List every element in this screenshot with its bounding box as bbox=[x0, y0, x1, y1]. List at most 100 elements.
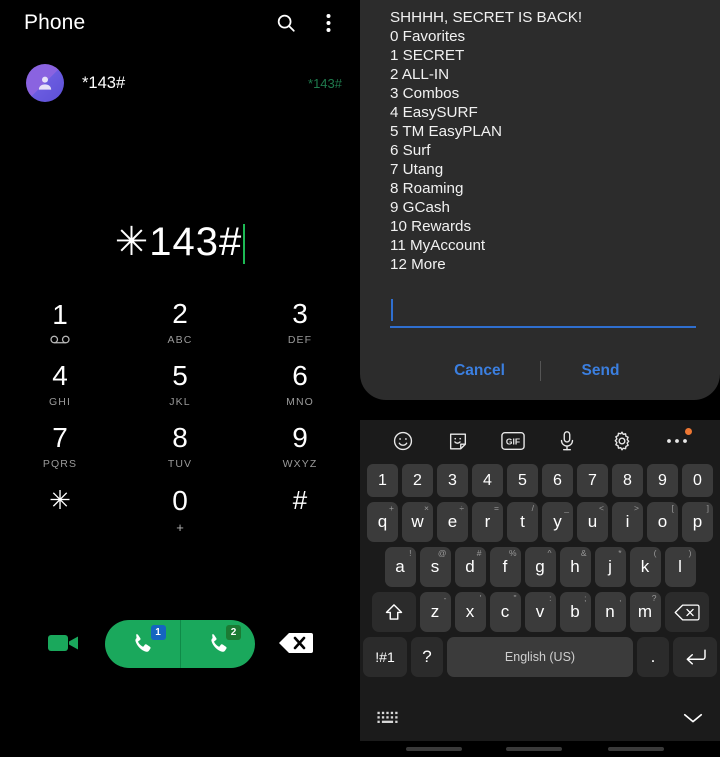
nav-button-recents[interactable] bbox=[406, 747, 462, 751]
dual-sim-call-buttons: 1 2 bbox=[105, 620, 255, 668]
key-n[interactable]: n bbox=[594, 592, 626, 632]
period-key[interactable]: . bbox=[637, 637, 669, 677]
key-w[interactable]: w bbox=[402, 502, 433, 542]
phone-app-pane: Phone *143# *143# ✳143# 1 2 ABC 3 DEF 4 … bbox=[0, 0, 360, 757]
key-5[interactable]: 5 bbox=[507, 464, 538, 497]
dialpad-key-hash[interactable]: # bbox=[240, 478, 360, 540]
more-options-icon[interactable] bbox=[664, 428, 692, 454]
keyboard-bottom-bar bbox=[360, 705, 720, 735]
settings-gear-icon[interactable] bbox=[609, 428, 635, 454]
dialpad-key-8[interactable]: 8 TUV bbox=[120, 416, 240, 478]
nav-button-home[interactable] bbox=[506, 747, 562, 751]
microphone-icon[interactable] bbox=[554, 428, 580, 454]
key-v[interactable]: v bbox=[524, 592, 556, 632]
dialpad-key-6[interactable]: 6 MNO bbox=[240, 354, 360, 416]
key-digit: 0 bbox=[172, 484, 188, 516]
key-letters: JKL bbox=[169, 396, 191, 408]
ussd-title: SHHHH, SECRET IS BACK! bbox=[390, 9, 583, 26]
dialpad-key-2[interactable]: 2 ABC bbox=[120, 292, 240, 354]
key-p[interactable]: p bbox=[682, 502, 713, 542]
key-3[interactable]: 3 bbox=[437, 464, 468, 497]
call-button-sim2[interactable]: 2 bbox=[179, 620, 256, 668]
overflow-menu-icon[interactable] bbox=[314, 9, 342, 37]
backspace-icon[interactable] bbox=[664, 592, 709, 632]
key-t[interactable]: t bbox=[507, 502, 538, 542]
key-s[interactable]: s bbox=[419, 547, 451, 587]
dialpad-key-4[interactable]: 4 GHI bbox=[0, 354, 120, 416]
key-m[interactable]: m bbox=[629, 592, 661, 632]
key-digit: 5 bbox=[172, 360, 188, 391]
ussd-menu-item: 0 Favorites bbox=[390, 28, 466, 45]
key-a[interactable]: a bbox=[384, 547, 416, 587]
dialpad-key-1[interactable]: 1 bbox=[0, 292, 120, 354]
keyboard-toolbar: GIF bbox=[360, 420, 720, 462]
person-avatar-icon bbox=[26, 64, 64, 102]
key-1[interactable]: 1 bbox=[367, 464, 398, 497]
input-underline bbox=[390, 326, 696, 328]
dialpad-key-0[interactable]: 0 + bbox=[120, 478, 240, 540]
key-e[interactable]: e bbox=[437, 502, 468, 542]
call-button-sim1[interactable]: 1 bbox=[105, 620, 180, 668]
key-2[interactable]: 2 bbox=[402, 464, 433, 497]
nav-button-back[interactable] bbox=[608, 747, 664, 751]
send-button[interactable]: Send bbox=[541, 362, 661, 380]
input-caret bbox=[391, 299, 393, 321]
emoji-smiley-icon[interactable] bbox=[390, 428, 416, 454]
shift-up-arrow-icon[interactable] bbox=[371, 592, 416, 632]
key-0[interactable]: 0 bbox=[682, 464, 713, 497]
ussd-menu-item: 2 ALL-IN bbox=[390, 66, 450, 83]
dialpad-key-star[interactable]: ✳ bbox=[0, 478, 120, 540]
ussd-menu-item: 9 GCash bbox=[390, 199, 450, 216]
question-mark-key[interactable]: ? bbox=[411, 637, 443, 677]
key-digit: 1 bbox=[52, 298, 68, 330]
key-x[interactable]: x bbox=[454, 592, 486, 632]
key-9[interactable]: 9 bbox=[647, 464, 678, 497]
dialpad-key-5[interactable]: 5 JKL bbox=[120, 354, 240, 416]
chevron-down-icon[interactable] bbox=[682, 711, 704, 730]
key-r[interactable]: r bbox=[472, 502, 503, 542]
key-i[interactable]: i bbox=[612, 502, 643, 542]
ussd-reply-input[interactable] bbox=[390, 296, 696, 332]
key-digit: 7 bbox=[52, 422, 68, 453]
key-o[interactable]: o bbox=[647, 502, 678, 542]
ussd-menu-item: 12 More bbox=[390, 256, 446, 273]
symbols-toggle-key[interactable]: !#1 bbox=[363, 637, 407, 677]
key-y[interactable]: y bbox=[542, 502, 573, 542]
key-k[interactable]: k bbox=[629, 547, 661, 587]
key-u[interactable]: u bbox=[577, 502, 608, 542]
svg-text:GIF: GIF bbox=[506, 437, 520, 447]
voicemail-icon bbox=[50, 334, 70, 346]
contact-number: *143# bbox=[308, 75, 342, 91]
dialpad-key-3[interactable]: 3 DEF bbox=[240, 292, 360, 354]
key-7[interactable]: 7 bbox=[577, 464, 608, 497]
key-b[interactable]: b bbox=[559, 592, 591, 632]
enter-return-icon[interactable] bbox=[673, 637, 717, 677]
key-z[interactable]: z bbox=[419, 592, 451, 632]
search-icon[interactable] bbox=[272, 9, 300, 37]
key-h[interactable]: h bbox=[559, 547, 591, 587]
cancel-button[interactable]: Cancel bbox=[420, 362, 540, 380]
contact-suggestion-row[interactable]: *143# *143# bbox=[0, 58, 360, 108]
dialed-number-display[interactable]: ✳143# bbox=[0, 210, 360, 274]
key-g[interactable]: g bbox=[524, 547, 556, 587]
key-l[interactable]: l bbox=[664, 547, 696, 587]
video-camera-icon[interactable] bbox=[48, 630, 80, 656]
dialed-number-text: ✳143# bbox=[114, 220, 243, 264]
key-d[interactable]: d bbox=[454, 547, 486, 587]
sim2-badge: 2 bbox=[226, 625, 241, 640]
dialpad-key-9[interactable]: 9 WXYZ bbox=[240, 416, 360, 478]
key-j[interactable]: j bbox=[594, 547, 626, 587]
backspace-icon[interactable] bbox=[278, 630, 314, 656]
space-bar[interactable]: English (US) bbox=[447, 637, 633, 677]
key-6[interactable]: 6 bbox=[542, 464, 573, 497]
key-c[interactable]: c bbox=[489, 592, 521, 632]
dialpad-key-7[interactable]: 7 PQRS bbox=[0, 416, 120, 478]
gif-icon[interactable]: GIF bbox=[500, 428, 526, 454]
sticker-icon[interactable] bbox=[445, 428, 471, 454]
call-action-bar: 1 2 bbox=[0, 614, 360, 674]
key-q[interactable]: q bbox=[367, 502, 398, 542]
key-8[interactable]: 8 bbox=[612, 464, 643, 497]
key-f[interactable]: f bbox=[489, 547, 521, 587]
key-4[interactable]: 4 bbox=[472, 464, 503, 497]
keyboard-layout-icon[interactable] bbox=[376, 710, 402, 731]
